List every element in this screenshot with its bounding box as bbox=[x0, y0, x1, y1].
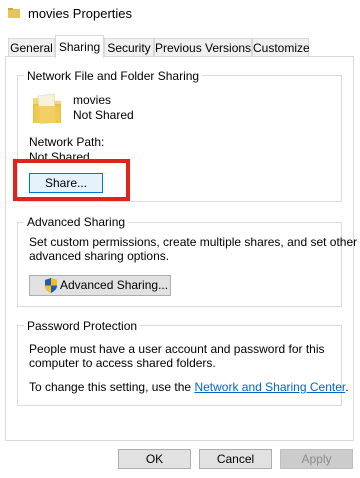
change-setting-suffix: . bbox=[345, 380, 349, 394]
folder-icon bbox=[8, 8, 20, 18]
share-button[interactable]: Share... bbox=[29, 173, 103, 193]
tab-label: General bbox=[10, 41, 53, 55]
tab-previous-versions[interactable]: Previous Versions bbox=[154, 38, 252, 57]
window-title: movies Properties bbox=[28, 6, 133, 21]
cancel-button[interactable]: Cancel bbox=[199, 449, 272, 469]
network-sharing-group-title: Network File and Folder Sharing bbox=[24, 69, 203, 83]
advanced-sharing-group-title: Advanced Sharing bbox=[24, 215, 129, 229]
network-sharing-center-link[interactable]: Network and Sharing Center bbox=[194, 380, 345, 394]
ok-button[interactable]: OK bbox=[118, 449, 191, 469]
password-protection-line2: computer to access shared folders. bbox=[29, 356, 216, 370]
password-protection-line1: People must have a user account and pass… bbox=[29, 342, 325, 356]
folder-name: movies bbox=[73, 93, 112, 107]
tab-label: Previous Versions bbox=[155, 41, 252, 55]
apply-button[interactable]: Apply bbox=[280, 449, 353, 469]
tab-sharing[interactable]: Sharing bbox=[55, 35, 104, 58]
password-protection-change-text: To change this setting, use the Network … bbox=[29, 380, 349, 394]
tab-label: Sharing bbox=[58, 40, 101, 54]
tab-security[interactable]: Security bbox=[104, 38, 154, 57]
advanced-sharing-button-label: Advanced Sharing... bbox=[60, 278, 169, 292]
tab-general[interactable]: General bbox=[8, 38, 55, 57]
advanced-sharing-description-line1: Set custom permissions, create multiple … bbox=[29, 235, 358, 249]
title-bar: movies Properties bbox=[0, 0, 360, 32]
password-protection-group-title: Password Protection bbox=[24, 319, 141, 333]
folder-share-status: Not Shared bbox=[73, 108, 134, 122]
advanced-sharing-button[interactable]: Advanced Sharing... bbox=[29, 275, 171, 296]
tab-label: Security bbox=[107, 41, 151, 55]
shared-folder-icon bbox=[33, 93, 61, 125]
network-path-label: Network Path: bbox=[29, 135, 105, 149]
tab-customize[interactable]: Customize bbox=[252, 38, 310, 57]
advanced-sharing-description-line2: advanced sharing options. bbox=[29, 249, 170, 263]
change-setting-prefix: To change this setting, use the bbox=[29, 380, 195, 394]
uac-shield-icon bbox=[45, 278, 57, 293]
tab-label: Customize bbox=[253, 41, 310, 55]
